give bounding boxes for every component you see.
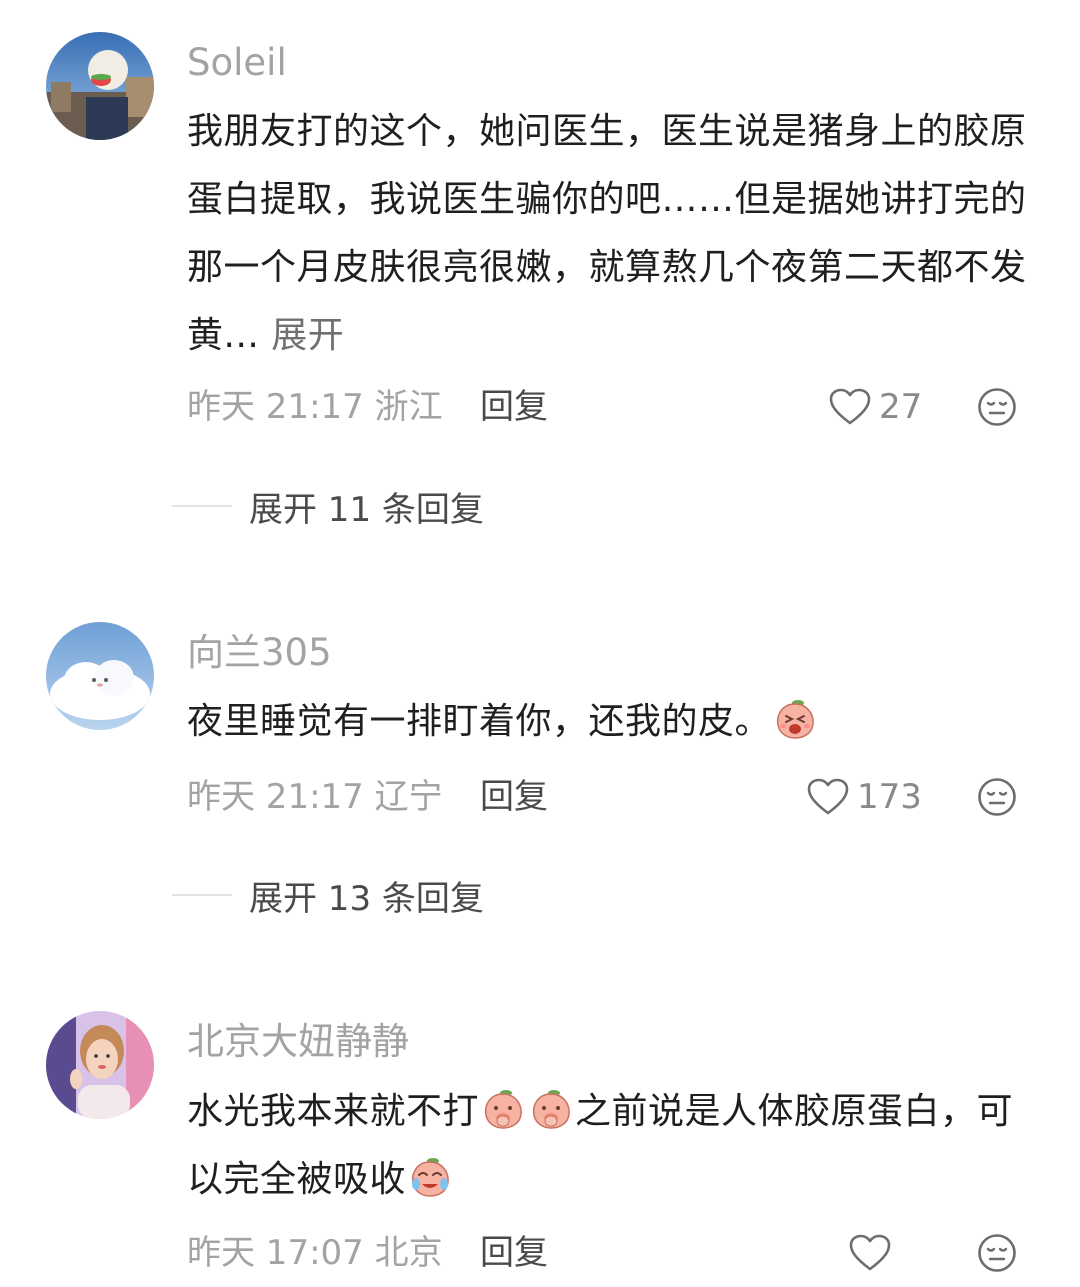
like-button[interactable] — [849, 1228, 891, 1278]
reply-button[interactable]: 回复 — [480, 1228, 548, 1278]
username[interactable]: 向兰305 — [187, 634, 332, 671]
peach-sticker-emoji — [411, 1158, 449, 1197]
username[interactable]: Soleil — [187, 44, 287, 81]
divider-line — [172, 505, 232, 507]
expand-replies-button[interactable]: 展开 11 条回复 — [172, 481, 484, 531]
heart-outline-icon — [829, 388, 871, 425]
neutral-face-icon[interactable] — [977, 1233, 1017, 1273]
heart-outline-icon — [807, 778, 849, 815]
like-count: 27 — [879, 387, 923, 427]
avatar[interactable] — [46, 1011, 154, 1119]
comment-body: 夜里睡觉有一排盯着你，还我的皮。 — [187, 701, 772, 742]
comment-meta: 昨天 17:07 北京 回复 — [187, 1228, 1080, 1278]
comment-meta: 昨天 21:17 辽宁 回复 173 — [187, 772, 1080, 822]
expand-replies-button[interactable]: 展开 13 条回复 — [172, 870, 484, 920]
timestamp-location: 昨天 21:17 辽宁 — [187, 777, 443, 817]
neutral-face-icon[interactable] — [977, 777, 1017, 817]
like-count: 173 — [857, 777, 922, 817]
expand-replies-label: 展开 13 条回复 — [249, 878, 484, 919]
timestamp-location: 昨天 17:07 北京 — [187, 1233, 443, 1273]
timestamp-location: 昨天 21:17 浙江 — [187, 387, 443, 427]
reply-button[interactable]: 回复 — [480, 772, 548, 822]
avatar[interactable] — [46, 622, 154, 730]
expand-text-link[interactable]: 展开 — [271, 315, 344, 356]
heart-outline-icon — [849, 1234, 891, 1271]
neutral-face-icon[interactable] — [977, 387, 1017, 427]
peach-sticker-emoji — [776, 700, 814, 739]
comment-body: 水光我本来就不打 — [187, 1091, 480, 1132]
comment-meta: 昨天 21:17 浙江 回复 27 — [187, 382, 1080, 432]
like-button[interactable]: 27 — [829, 382, 922, 432]
reply-button[interactable]: 回复 — [480, 382, 548, 432]
avatar[interactable] — [46, 32, 154, 140]
divider-line — [172, 894, 232, 896]
like-button[interactable]: 173 — [807, 772, 922, 822]
comment-item: Soleil 我朋友打的这个，她问医生，医生说是猪身上的胶原蛋白提取，我说医生骗… — [0, 0, 1080, 560]
comment-text: 我朋友打的这个，她问医生，医生说是猪身上的胶原蛋白提取，我说医生骗你的吧……但是… — [187, 98, 1047, 370]
username[interactable]: 北京大妞静静 — [187, 1023, 409, 1060]
peach-sticker-emoji — [532, 1090, 570, 1129]
comment-text: 水光我本来就不打 之前说是人体胶原蛋白，可以完全被吸收 — [187, 1078, 1047, 1214]
comment-text: 夜里睡觉有一排盯着你，还我的皮。 — [187, 688, 1047, 756]
expand-replies-label: 展开 11 条回复 — [249, 489, 484, 530]
peach-sticker-emoji — [484, 1090, 522, 1129]
